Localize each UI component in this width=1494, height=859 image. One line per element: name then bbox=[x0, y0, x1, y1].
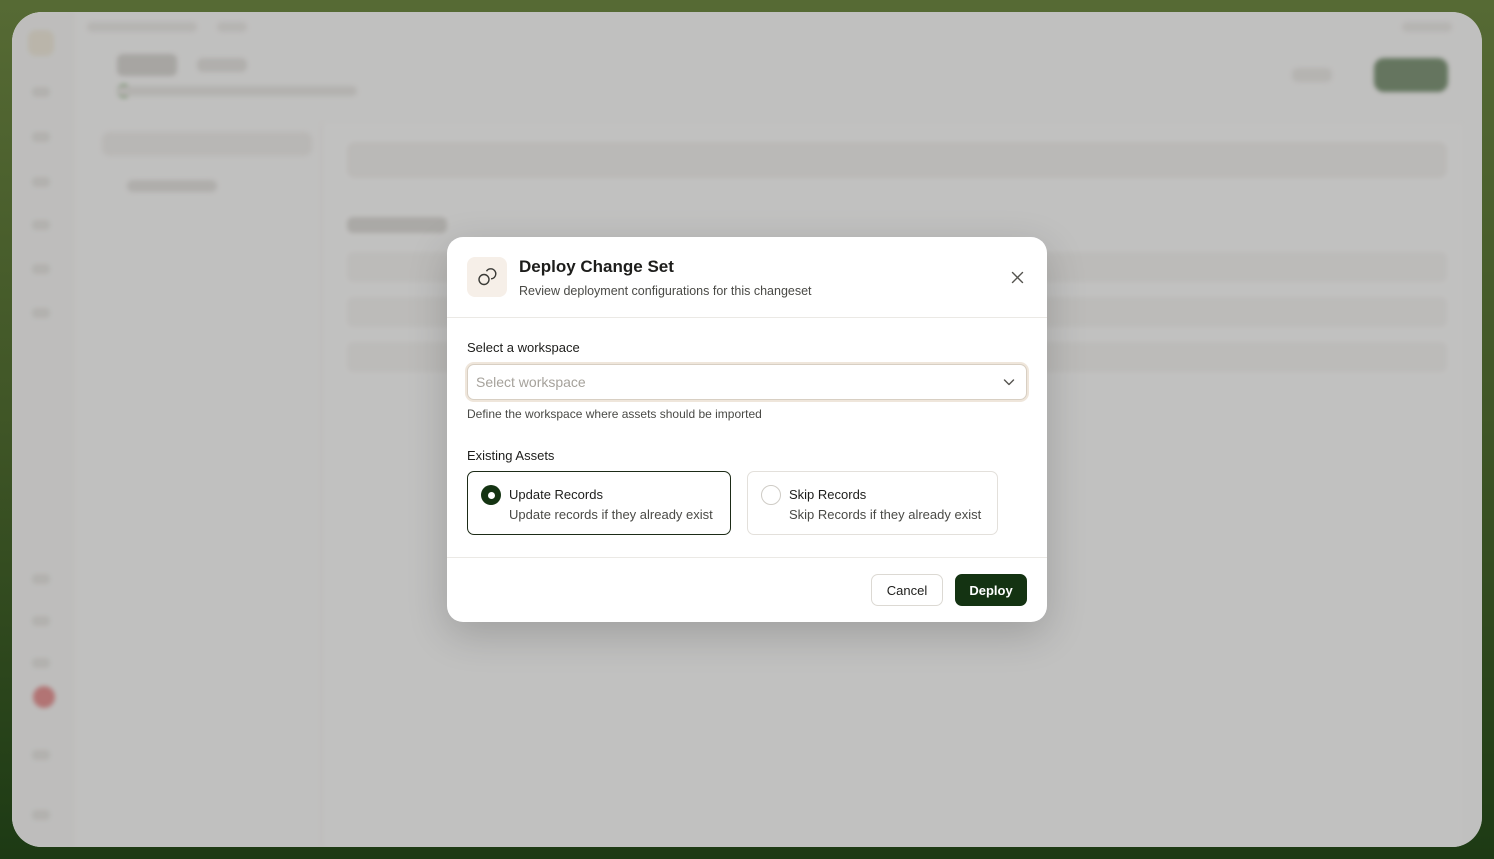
workspace-select[interactable] bbox=[467, 364, 1027, 400]
deploy-button[interactable]: Deploy bbox=[955, 574, 1027, 606]
option-title: Skip Records bbox=[789, 487, 867, 502]
workspace-helper-text: Define the workspace where assets should… bbox=[467, 407, 762, 421]
chevron-down-icon[interactable] bbox=[1002, 375, 1016, 389]
update-records-radio[interactable] bbox=[481, 485, 501, 505]
dialog-header: Deploy Change Set Review deployment conf… bbox=[447, 237, 1047, 318]
option-description: Update records if they already exist bbox=[509, 507, 713, 522]
dialog-subtitle: Review deployment configurations for thi… bbox=[519, 284, 812, 298]
update-records-option[interactable]: Update Records Update records if they al… bbox=[467, 471, 731, 535]
skip-records-radio[interactable] bbox=[761, 485, 781, 505]
app-window: Deploy Change Set Review deployment conf… bbox=[12, 12, 1482, 847]
workspace-label: Select a workspace bbox=[467, 340, 580, 355]
dialog-title: Deploy Change Set bbox=[519, 257, 674, 276]
cancel-button[interactable]: Cancel bbox=[871, 574, 943, 606]
close-icon[interactable] bbox=[1007, 267, 1027, 287]
skip-records-option[interactable]: Skip Records Skip Records if they alread… bbox=[747, 471, 998, 535]
workspace-input[interactable] bbox=[476, 365, 976, 399]
deploy-change-set-dialog: Deploy Change Set Review deployment conf… bbox=[447, 237, 1047, 622]
option-description: Skip Records if they already exist bbox=[789, 507, 982, 522]
dialog-footer: Cancel Deploy bbox=[447, 557, 1047, 622]
option-title: Update Records bbox=[509, 487, 603, 502]
link-circles-icon bbox=[467, 257, 507, 297]
existing-assets-label: Existing Assets bbox=[467, 448, 555, 463]
